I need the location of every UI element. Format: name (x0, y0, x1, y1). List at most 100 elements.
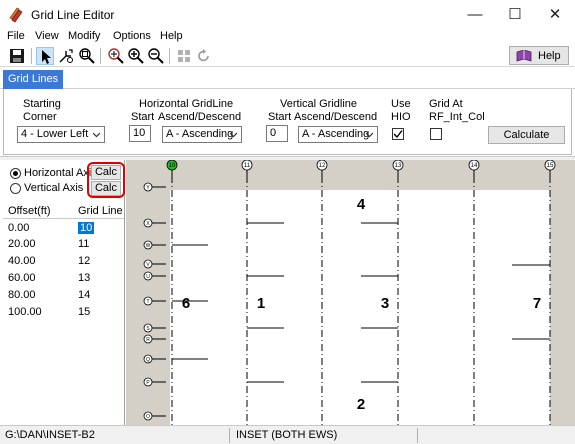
starting-corner-dropdown[interactable]: 4 - Lower Left (17, 126, 105, 143)
vertical-ascdesc-value: A - Ascending (302, 128, 370, 140)
bubble-label: 15 (547, 163, 554, 169)
bubble-label: 11 (244, 163, 251, 169)
grid-icon[interactable] (175, 47, 193, 65)
offset-cell: 100.00 (8, 306, 42, 318)
checkmark-icon (393, 130, 403, 139)
use-hio-checkbox[interactable] (392, 128, 404, 140)
gridline-cell[interactable]: 10 (78, 222, 95, 234)
chevron-down-icon (230, 132, 237, 138)
tab-grid-lines[interactable]: Grid Lines (3, 70, 64, 89)
offset-cell: 40.00 (8, 255, 36, 267)
toolbar-separator (31, 48, 32, 64)
horizontal-gridline-title: Horizontal GridLine (139, 98, 234, 110)
status-mode: INSET (BOTH EWS) (236, 429, 338, 441)
vertical-ascdesc-dropdown[interactable]: A - Ascending (298, 126, 378, 143)
help-button-label: Help (538, 50, 561, 62)
zoom-out-icon[interactable] (147, 47, 165, 65)
table-row[interactable]: 60.00 13 (3, 270, 124, 286)
window-title: Grid Line Editor (31, 8, 115, 22)
gridline-column-header: Grid Line (78, 205, 123, 217)
grid-at-label-2: RF_Int_Col (429, 111, 485, 123)
offset-cell: 60.00 (8, 272, 36, 284)
chevron-down-icon (366, 132, 373, 138)
bubble-label: 14 (471, 163, 478, 169)
toolbar (0, 45, 575, 67)
menu-help[interactable]: Help (160, 30, 183, 42)
gridline-cell[interactable]: 15 (78, 306, 90, 318)
zoom-extents-icon[interactable] (78, 47, 96, 65)
offset-cell: 80.00 (8, 289, 36, 301)
vertical-axis-radio[interactable] (10, 183, 21, 194)
maximize-button[interactable]: ☐ (495, 0, 535, 30)
bubble-label: O (146, 414, 150, 420)
bubble-label: 12 (319, 163, 326, 169)
vertical-axis-label: Vertical Axis (24, 182, 84, 194)
starting-corner-label-1: Starting (23, 98, 61, 110)
horizontal-axis-radio[interactable] (10, 168, 21, 179)
toolbar-separator (100, 48, 101, 64)
axis-panel: Horizontal Axis Vertical Axis Calc Calc … (3, 160, 125, 425)
gridline-cell[interactable]: 14 (78, 289, 90, 301)
status-separator (417, 428, 418, 443)
redraw-icon[interactable] (195, 47, 213, 65)
use-hio-label-1: Use (391, 98, 411, 110)
offset-cell: 20.00 (8, 238, 36, 250)
table-header: Offset(ft) Grid Line (3, 203, 124, 219)
grid-at-checkbox[interactable] (430, 128, 442, 140)
table-row[interactable]: 80.00 14 (3, 287, 124, 303)
status-separator (229, 428, 230, 443)
horizontal-axis-label: Horizontal Axis (24, 167, 97, 179)
horizontal-start-label: Start (131, 111, 155, 123)
horizontal-ascdesc-value: A - Ascending (166, 128, 234, 140)
vertical-start-input[interactable]: 0 (266, 125, 288, 142)
region-label: 1 (257, 295, 265, 312)
grid-drawing[interactable]: 10 11 12 13 14 15 Y X W V U T S R Q P O … (126, 160, 575, 425)
table-row[interactable]: 100.00 15 (3, 304, 124, 320)
close-button[interactable]: ✕ (535, 0, 575, 30)
grid-parameters-panel: Starting Corner 4 - Lower Left Horizonta… (3, 89, 572, 155)
zoom-in-icon[interactable] (127, 47, 145, 65)
table-row[interactable]: 40.00 12 (3, 253, 124, 269)
title-bar: Grid Line Editor — ☐ ✕ (0, 0, 575, 30)
bubble-label: Q (146, 357, 150, 363)
bubble-label: 13 (395, 163, 402, 169)
menu-file[interactable]: File (7, 30, 25, 42)
region-label: 3 (381, 295, 389, 312)
minimize-button[interactable]: — (455, 0, 495, 30)
use-hio-label-2: HIO (391, 111, 411, 123)
save-icon[interactable] (8, 47, 26, 65)
calculate-button[interactable]: Calculate (488, 126, 565, 144)
tab-strip: Grid Lines (0, 68, 575, 89)
menu-modify[interactable]: Modify (68, 30, 100, 42)
bubble-label: U (146, 274, 150, 280)
menu-options[interactable]: Options (113, 30, 151, 42)
status-path: G:\DAN\INSET-B2 (5, 429, 95, 441)
offset-column-header: Offset(ft) (8, 205, 51, 217)
horizontal-ascdesc-label: Ascend/Descend (158, 111, 242, 123)
pan-icon[interactable] (57, 47, 75, 65)
gridline-cell[interactable]: 13 (78, 272, 90, 284)
grid-drawing-canvas[interactable]: 10 11 12 13 14 15 Y X W V U T S R Q P O … (126, 160, 575, 425)
grid-at-label-1: Grid At (429, 98, 463, 110)
app-icon (9, 7, 23, 23)
menu-view[interactable]: View (35, 30, 59, 42)
bubble-label: R (146, 337, 150, 343)
vertical-gridline-title: Vertical Gridline (280, 98, 358, 110)
table-row[interactable]: 20.00 11 (3, 236, 124, 252)
bubble-label: W (146, 243, 151, 249)
starting-corner-value: 4 - Lower Left (21, 128, 89, 140)
region-label: 7 (533, 295, 541, 312)
zoom-window-icon[interactable] (107, 47, 125, 65)
table-row[interactable]: 0.00 10 (3, 220, 124, 236)
highlight-annotation (87, 162, 125, 198)
offset-cell: 0.00 (8, 222, 30, 234)
horizontal-start-input[interactable]: 10 (129, 125, 151, 142)
help-button[interactable]: Help (509, 46, 569, 65)
gridline-cell[interactable]: 11 (78, 238, 89, 250)
region-label: 4 (357, 196, 366, 213)
starting-corner-label-2: Corner (23, 111, 57, 123)
horizontal-ascdesc-dropdown[interactable]: A - Ascending (162, 126, 242, 143)
gridline-cell[interactable]: 12 (78, 255, 90, 267)
bubble-label: 10 (169, 163, 176, 169)
pointer-icon[interactable] (36, 47, 54, 65)
